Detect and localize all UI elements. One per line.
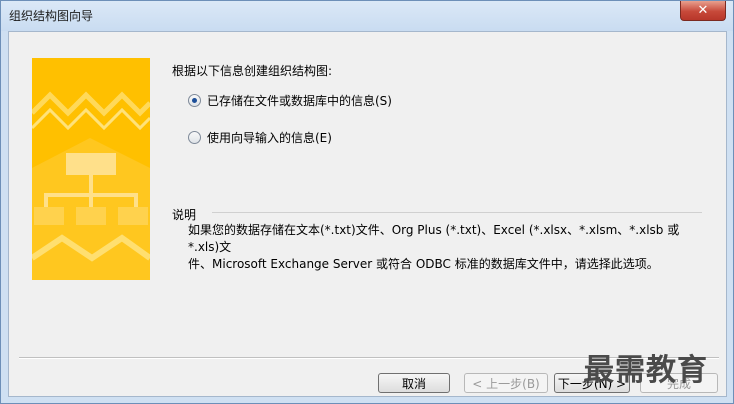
close-button[interactable]: ✕ — [680, 1, 726, 21]
close-icon: ✕ — [697, 3, 709, 18]
description-line: 如果您的数据存储在文本(*.txt)文件、Org Plus (*.txt)、Ex… — [188, 223, 680, 254]
radio-button-unchecked[interactable] — [188, 131, 201, 144]
back-button[interactable]: < 上一步(B) — [464, 373, 548, 393]
wizard-prompt: 根据以下信息创建组织结构图: — [172, 64, 333, 78]
window-title: 组织结构图向导 — [9, 9, 94, 23]
option-label: 已存储在文件或数据库中的信息(S) — [207, 94, 392, 108]
org-chart-illustration-icon — [32, 58, 150, 280]
option-label: 使用向导输入的信息(E) — [207, 131, 332, 145]
dialog-body: 根据以下信息创建组织结构图: 已存储在文件或数据库中的信息(S) 使用向导输入的… — [8, 31, 727, 397]
radio-button-checked[interactable] — [188, 94, 201, 107]
watermark-logo: 最需教育 — [584, 353, 708, 388]
option-from-file[interactable]: 已存储在文件或数据库中的信息(S) — [188, 92, 392, 109]
description-text: 如果您的数据存储在文本(*.txt)文件、Org Plus (*.txt)、Ex… — [188, 222, 703, 273]
description-line: 件、Microsoft Exchange Server 或符合 ODBC 标准的… — [188, 257, 659, 271]
dialog-window: 组织结构图向导 ✕ 根据以下信息创建组织结构图: 已存储在文件或数据库中的信息(… — [0, 0, 734, 404]
option-from-wizard[interactable]: 使用向导输入的信息(E) — [188, 129, 332, 146]
description-divider — [212, 212, 702, 213]
title-bar[interactable]: 组织结构图向导 ✕ — [1, 1, 733, 31]
description-title: 说明 — [172, 208, 197, 222]
cancel-button[interactable]: 取消 — [378, 373, 450, 393]
wizard-illustration — [32, 58, 150, 280]
